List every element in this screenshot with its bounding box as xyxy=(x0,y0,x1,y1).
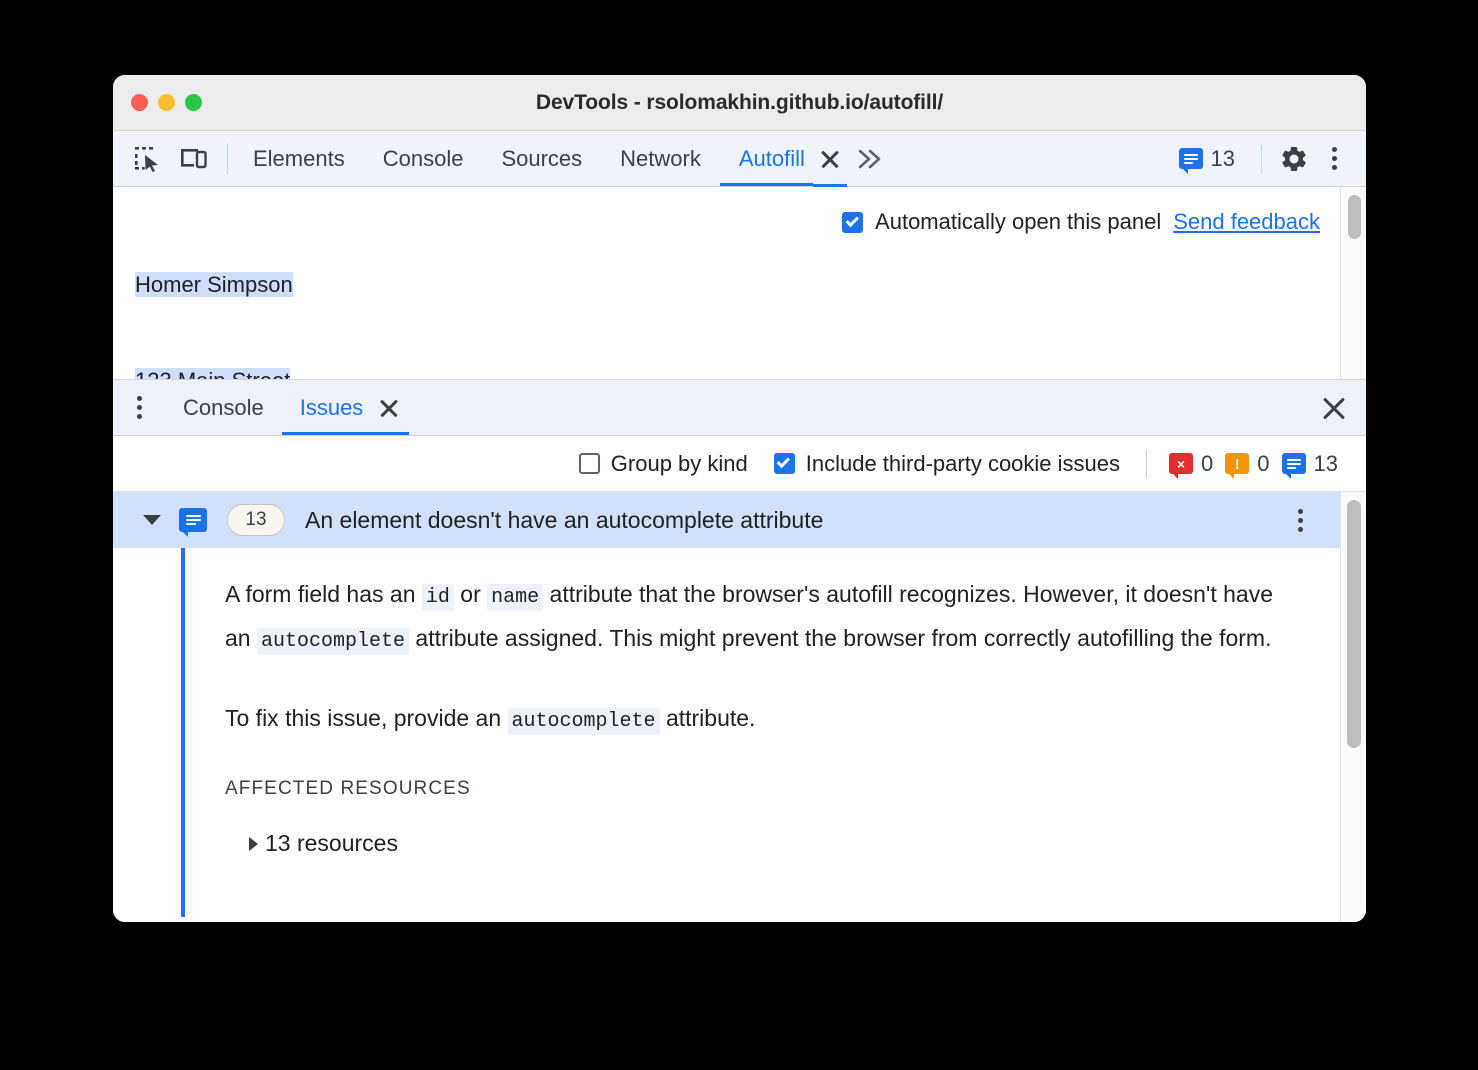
issue-counters: × 0 ! 0 13 xyxy=(1169,450,1338,479)
gear-icon[interactable] xyxy=(1274,139,1314,179)
window-title: DevTools - rsolomakhin.github.io/autofil… xyxy=(535,90,944,114)
code-autocomplete-2: autocomplete xyxy=(507,708,660,735)
autofill-panel-options: Automatically open this panel Send feedb… xyxy=(842,209,1320,235)
issue-paragraph-1: A form field has an id or name attribute… xyxy=(225,574,1280,662)
more-tabs-chevron-icon[interactable] xyxy=(847,131,893,186)
traffic-lights xyxy=(131,94,202,111)
tab-elements[interactable]: Elements xyxy=(234,131,364,186)
tab-sources[interactable]: Sources xyxy=(482,131,601,186)
main-menu-kebab-icon[interactable] xyxy=(1314,139,1354,179)
issues-content: 13 An element doesn't have an autocomple… xyxy=(113,492,1340,922)
group-by-kind-label: Group by kind xyxy=(610,450,748,476)
issues-filter-bar: Group by kind Include third-party cookie… xyxy=(113,436,1366,492)
inspect-element-icon[interactable] xyxy=(127,139,167,179)
issues-counter-button[interactable]: 13 xyxy=(1165,139,1249,179)
tab-sources-label: Sources xyxy=(501,145,583,171)
minimize-window-button[interactable] xyxy=(158,94,175,111)
error-counter[interactable]: × 0 xyxy=(1169,450,1214,479)
autofill-panel-scrollbar[interactable] xyxy=(1340,187,1366,379)
devtools-main-toolbar: Elements Console Sources Network Autofil… xyxy=(113,131,1366,187)
auto-open-panel-label: Automatically open this panel xyxy=(875,209,1162,234)
para1-part4: attribute assigned. This might prevent t… xyxy=(409,625,1272,651)
address-line-text: Homer Simpson xyxy=(135,272,293,297)
group-by-kind-filter[interactable]: Group by kind xyxy=(578,450,748,477)
address-line: Homer Simpson xyxy=(135,269,330,301)
toolbar-left-icons xyxy=(113,131,221,186)
issues-scrollbar[interactable] xyxy=(1340,492,1366,922)
tab-network-label: Network xyxy=(620,145,701,171)
drawer-tab-console-label: Console xyxy=(183,394,264,420)
issue-row-header[interactable]: 13 An element doesn't have an autocomple… xyxy=(113,492,1340,548)
toolbar-divider xyxy=(227,143,228,174)
group-by-kind-checkbox[interactable] xyxy=(578,453,600,474)
close-window-button[interactable] xyxy=(131,94,148,111)
code-autocomplete: autocomplete xyxy=(256,628,410,655)
issues-scroll-thumb[interactable] xyxy=(1347,500,1361,748)
toolbar-right-group: 13 xyxy=(1165,131,1366,186)
issue-accent-rule xyxy=(181,548,185,917)
issues-list-area: 13 An element doesn't have an autocomple… xyxy=(113,492,1366,922)
issue-title: An element doesn't have an autocomplete … xyxy=(305,506,824,533)
warning-bubble-icon: ! xyxy=(1225,453,1250,479)
para1-part1: A form field has an xyxy=(225,581,422,607)
tab-autofill-label: Autofill xyxy=(738,145,805,171)
autofill-panel-scroll-thumb[interactable] xyxy=(1348,195,1361,239)
address-line-text: 123 Main Street xyxy=(135,368,291,379)
window-titlebar: DevTools - rsolomakhin.github.io/autofil… xyxy=(113,75,1366,131)
info-bubble-icon xyxy=(1281,453,1306,479)
info-bubble-icon xyxy=(1178,148,1203,174)
chevron-down-icon[interactable] xyxy=(143,515,161,525)
issue-description: A form field has an id or name attribute… xyxy=(113,574,1340,857)
close-autofill-tab-icon[interactable] xyxy=(812,131,847,187)
issues-count-value: 13 xyxy=(1210,145,1235,171)
filter-divider xyxy=(1146,449,1148,478)
affected-resources-toggle[interactable]: 13 resources xyxy=(225,830,1280,857)
third-party-cookies-checkbox[interactable] xyxy=(773,453,795,474)
issue-details: A form field has an id or name attribute… xyxy=(113,548,1340,917)
third-party-cookies-label: Include third-party cookie issues xyxy=(805,450,1121,476)
tab-network[interactable]: Network xyxy=(601,131,720,186)
devtools-window: DevTools - rsolomakhin.github.io/autofil… xyxy=(113,75,1366,922)
tab-console-label: Console xyxy=(382,145,464,171)
info-count-value: 13 xyxy=(1313,450,1338,476)
issue-info-bubble-icon xyxy=(179,508,207,537)
chevron-right-icon[interactable] xyxy=(249,836,258,851)
toolbar-divider-right xyxy=(1261,144,1262,173)
tab-console[interactable]: Console xyxy=(364,131,483,186)
para2-part1: To fix this issue, provide an xyxy=(225,705,508,731)
auto-open-panel-checkbox[interactable] xyxy=(842,211,864,233)
code-name: name xyxy=(487,584,544,611)
drawer-tab-console[interactable]: Console xyxy=(165,380,282,435)
close-issues-tab-icon[interactable] xyxy=(369,380,410,435)
issue-count-badge: 13 xyxy=(227,504,285,536)
tab-elements-label: Elements xyxy=(253,145,345,171)
issue-paragraph-2: To fix this issue, provide an autocomple… xyxy=(225,698,1280,742)
device-toolbar-icon[interactable] xyxy=(173,139,213,179)
send-feedback-link[interactable]: Send feedback xyxy=(1173,209,1320,235)
autofill-address-preview: Homer Simpson 123 Main Street Springfiel… xyxy=(113,187,330,379)
info-counter[interactable]: 13 xyxy=(1281,450,1338,479)
error-count-value: 0 xyxy=(1201,450,1214,476)
para2-part2: attribute. xyxy=(659,705,756,731)
autofill-panel: Homer Simpson 123 Main Street Springfiel… xyxy=(113,187,1366,380)
tab-autofill[interactable]: Autofill xyxy=(719,131,813,186)
maximize-window-button[interactable] xyxy=(185,94,202,111)
drawer-menu-kebab-icon[interactable] xyxy=(113,380,165,435)
drawer-tab-issues-label: Issues xyxy=(299,394,364,420)
warning-count-value: 0 xyxy=(1257,450,1270,476)
panel-tabs: Elements Console Sources Network Autofil… xyxy=(234,131,893,187)
issue-row-kebab-icon[interactable] xyxy=(1280,500,1320,540)
affected-resources-heading: AFFECTED RESOURCES xyxy=(225,778,471,799)
code-id: id xyxy=(421,584,454,611)
address-line: 123 Main Street xyxy=(135,365,330,379)
third-party-cookies-filter[interactable]: Include third-party cookie issues xyxy=(773,450,1121,477)
para1-part2: or xyxy=(453,581,488,607)
close-drawer-icon[interactable] xyxy=(1302,380,1366,435)
warning-counter[interactable]: ! 0 xyxy=(1225,450,1270,479)
drawer-tab-issues[interactable]: Issues xyxy=(281,380,370,435)
drawer-tab-bar: Console Issues xyxy=(113,380,1366,436)
error-bubble-icon: × xyxy=(1169,453,1194,479)
affected-resources-label: 13 resources xyxy=(265,830,398,856)
